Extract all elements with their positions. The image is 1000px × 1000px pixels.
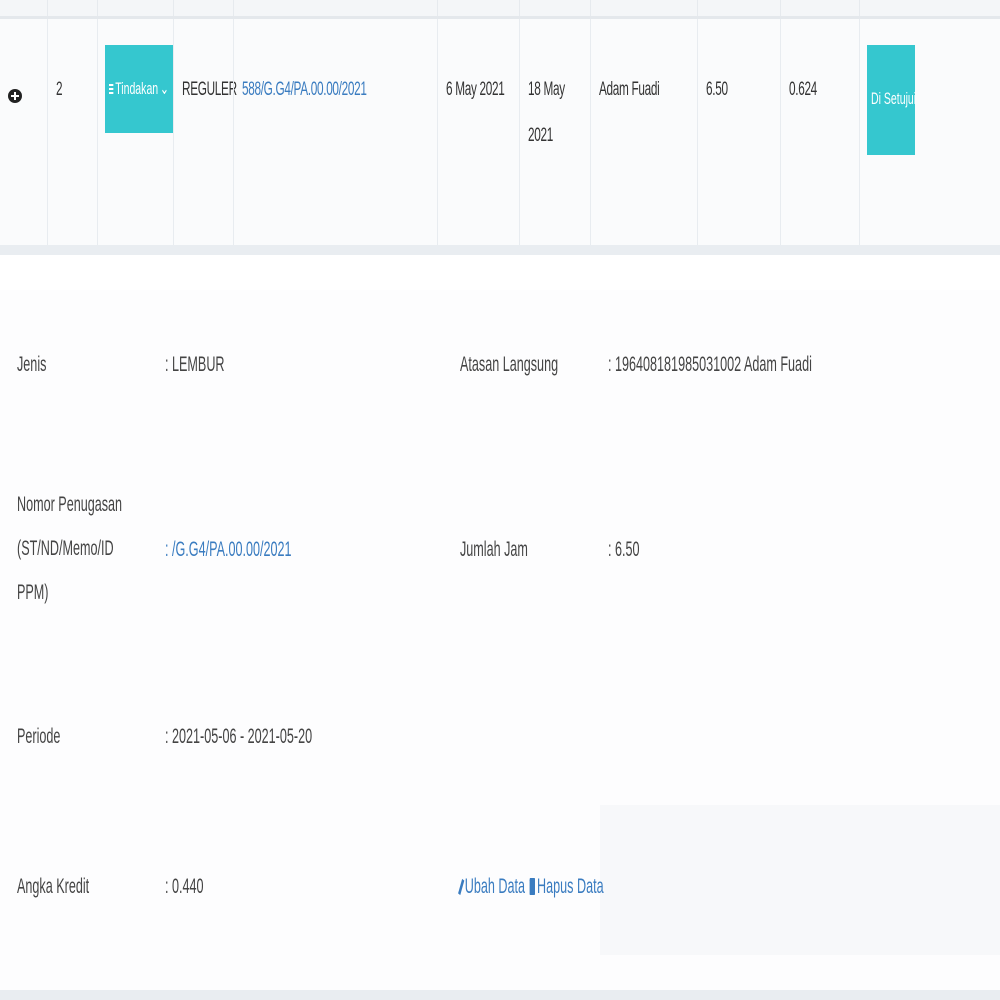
plus-circle-icon[interactable] — [8, 89, 22, 103]
expand-cell — [0, 19, 47, 245]
row-divider — [0, 245, 1000, 255]
previous-row-edge — [0, 0, 1000, 19]
end-date: 18 May 2021 — [528, 79, 565, 146]
edit-data-link[interactable]: Ubah Data — [458, 875, 526, 898]
hours-cell: 6.50 — [697, 19, 780, 245]
supervisor-name: Adam Fuadi — [599, 79, 660, 100]
assignment-link[interactable]: 588/G.G4/PA.00.00/2021 — [242, 67, 367, 113]
atasan-langsung-value: : 196408181985031002 Adam Fuadi — [608, 353, 812, 376]
pencil-icon — [458, 878, 465, 896]
jenis-label: Jenis — [17, 353, 47, 376]
row-number-cell: 2 — [47, 19, 97, 245]
tindakan-dropdown-button[interactable]: Tindakan ⌄ — [105, 45, 174, 133]
nomor-penugasan-value: : /G.G4/PA.00.00/2021 — [165, 538, 292, 562]
periode-value: : 2021-05-06 - 2021-05-20 — [165, 725, 313, 748]
page: 2 Tindakan ⌄ REGULER 588/G.G4/PA.00.00/2… — [0, 0, 1000, 1000]
row-number: 2 — [56, 79, 63, 100]
assignment-cell: 588/G.G4/PA.00.00/2021 — [233, 19, 437, 245]
type-cell: REGULER — [173, 19, 237, 245]
bars-icon — [109, 83, 114, 95]
next-row-edge — [0, 990, 1000, 1000]
jenis-value: : LEMBUR — [165, 353, 225, 376]
nomor-prefix: : — [165, 538, 173, 561]
table-row: 2 Tindakan ⌄ REGULER 588/G.G4/PA.00.00/2… — [0, 19, 1000, 245]
angka-kredit-value: : 0.440 — [165, 875, 204, 898]
nomor-penugasan-label: Nomor Penugasan (ST/ND/Memo/ID PPM) — [17, 493, 123, 604]
credit-value: 0.624 — [789, 79, 817, 100]
tindakan-label: Tindakan — [115, 79, 159, 98]
start-date: 6 May 2021 — [446, 79, 505, 100]
end-date-cell: 18 May 2021 — [519, 19, 590, 245]
atasan-langsung-label: Atasan Langsung — [460, 353, 559, 376]
status-label: Di Setujui — [871, 89, 917, 108]
angka-kredit-label: Angka Kredit — [17, 875, 90, 898]
edit-data-label: Ubah Data — [464, 875, 526, 898]
jumlah-jam-label: Jumlah Jam — [460, 538, 528, 561]
nomor-penugasan-link[interactable]: /G.G4/PA.00.00/2021 — [172, 538, 292, 561]
row-actions: Ubah Data Hapus Data — [458, 875, 604, 899]
credit-cell: 0.624 — [780, 19, 859, 245]
delete-data-link[interactable]: Hapus Data — [525, 875, 604, 898]
trash-icon — [529, 878, 536, 895]
start-date-cell: 6 May 2021 — [437, 19, 519, 245]
supervisor-cell: Adam Fuadi — [590, 19, 697, 245]
delete-data-label: Hapus Data — [537, 875, 604, 898]
detail-section: Jenis : LEMBUR Nomor Penugasan (ST/ND/Me… — [0, 255, 1000, 990]
status-approved-button[interactable]: Di Setujui — [867, 45, 917, 155]
type-value: REGULER — [182, 79, 237, 100]
chevron-down-icon: ⌄ — [160, 79, 169, 98]
periode-label: Periode — [17, 725, 61, 748]
jumlah-jam-value: : 6.50 — [608, 538, 640, 561]
hours-value: 6.50 — [706, 79, 728, 100]
